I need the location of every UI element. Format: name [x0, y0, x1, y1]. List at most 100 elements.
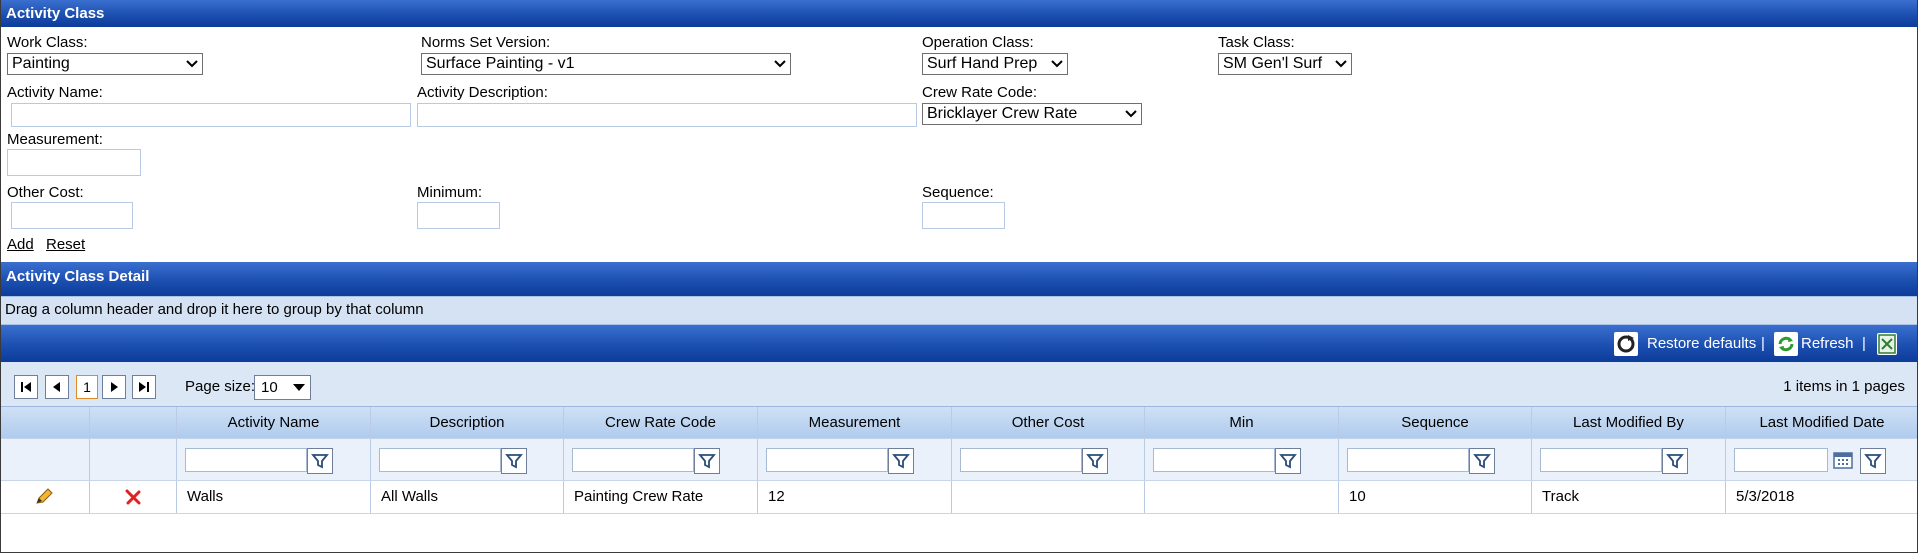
minimum-input[interactable] [417, 202, 500, 229]
cell-crew-rate-code: Painting Crew Rate [563, 481, 757, 513]
filter-input-min[interactable] [1153, 448, 1275, 472]
activity-name-input[interactable] [11, 103, 411, 127]
filter-input-description[interactable] [379, 448, 501, 472]
activity-description-label: Activity Description: [417, 84, 548, 101]
funnel-icon[interactable] [1082, 448, 1108, 474]
restore-defaults-button[interactable]: Restore defaults [1647, 332, 1756, 356]
filter-input-activity-name[interactable] [185, 448, 307, 472]
filter-cell-min [1144, 439, 1338, 481]
calendar-icon[interactable] [1832, 450, 1854, 470]
prev-page-button[interactable] [45, 375, 69, 399]
page-size-select[interactable]: 10 [254, 375, 311, 400]
filter-input-sequence[interactable] [1347, 448, 1469, 472]
filter-input-other-cost[interactable] [960, 448, 1082, 472]
filter-input-last-modified-date[interactable] [1734, 448, 1828, 472]
last-page-button[interactable] [132, 375, 156, 399]
column-header-min[interactable]: Min [1144, 407, 1338, 439]
measurement-label: Measurement: [7, 131, 103, 148]
filter-cell-activity-name [176, 439, 370, 481]
add-link[interactable]: Add [7, 236, 34, 253]
operation-class-label: Operation Class: [922, 34, 1034, 51]
cell-last-modified-by: Track [1531, 481, 1725, 513]
toolbar-separator: | [1862, 335, 1866, 352]
first-page-button[interactable] [14, 375, 38, 399]
activity-description-input[interactable] [417, 103, 917, 127]
crew-rate-code-select[interactable]: Bricklayer Crew Rate [922, 103, 1142, 125]
crew-rate-code-value: Bricklayer Crew Rate [927, 105, 1078, 122]
next-page-button[interactable] [102, 375, 126, 399]
group-by-panel[interactable]: Drag a column header and drop it here to… [0, 296, 1918, 325]
column-header-crew-rate-code[interactable]: Crew Rate Code [563, 407, 757, 439]
work-class-select[interactable]: Painting [7, 53, 203, 75]
column-header-activity-name[interactable]: Activity Name [176, 407, 370, 439]
task-class-select[interactable]: SM Gen'l Surf [1218, 53, 1352, 75]
activity-name-label: Activity Name: [7, 84, 103, 101]
norms-set-version-label: Norms Set Version: [421, 34, 551, 51]
table-row: Walls All Walls Painting Crew Rate 12 10… [0, 480, 1918, 514]
filter-input-crew-rate-code[interactable] [572, 448, 694, 472]
filter-cell-last-modified-by [1531, 439, 1725, 481]
activity-class-detail-header: Activity Class Detail [0, 262, 1918, 296]
filter-input-last-modified-by[interactable] [1540, 448, 1662, 472]
delete-cell [89, 481, 176, 513]
page-size-value: 10 [261, 379, 278, 396]
filter-cell-other-cost [951, 439, 1144, 481]
page-1-button[interactable]: 1 [76, 375, 98, 399]
column-header-last-modified-date[interactable]: Last Modified Date [1725, 407, 1918, 439]
cell-sequence: 10 [1338, 481, 1531, 513]
work-class-value: Painting [12, 55, 70, 72]
funnel-icon[interactable] [888, 448, 914, 474]
minimum-label: Minimum: [417, 184, 483, 201]
funnel-icon[interactable] [1275, 448, 1301, 474]
refresh-button[interactable]: Refresh [1801, 332, 1854, 356]
operation-class-value: Surf Hand Prep [927, 55, 1038, 72]
norms-set-version-value: Surface Painting - v1 [426, 55, 575, 72]
filter-cell-last-modified-date [1725, 439, 1918, 481]
measurement-input[interactable] [7, 149, 141, 176]
funnel-icon[interactable] [1860, 448, 1886, 474]
red-x-icon[interactable] [124, 488, 142, 506]
restore-icon[interactable] [1614, 332, 1638, 356]
filter-input-measurement[interactable] [766, 448, 888, 472]
activity-class-header: Activity Class [0, 0, 1918, 27]
operation-class-select[interactable]: Surf Hand Prep [922, 53, 1068, 75]
chevron-down-icon [1335, 60, 1347, 68]
column-header-sequence[interactable]: Sequence [1338, 407, 1531, 439]
page-size-label: Page size: [185, 378, 256, 395]
funnel-icon[interactable] [1662, 448, 1688, 474]
filter-cell-sequence [1338, 439, 1531, 481]
cell-other-cost [951, 481, 1144, 513]
refresh-icon[interactable] [1774, 332, 1798, 356]
cell-min [1144, 481, 1338, 513]
sequence-label: Sequence: [922, 184, 994, 201]
funnel-icon[interactable] [307, 448, 333, 474]
cell-description: All Walls [370, 481, 563, 513]
caret-down-icon [293, 384, 305, 391]
funnel-icon[interactable] [501, 448, 527, 474]
crew-rate-code-label: Crew Rate Code: [922, 84, 1038, 101]
work-class-label: Work Class: [7, 34, 88, 51]
funnel-icon[interactable] [694, 448, 720, 474]
grid-pager: 1 Page size: 10 1 items in 1 pages [0, 362, 1918, 406]
grid-command-bar: Restore defaults | Refresh | [0, 325, 1918, 362]
first-page-icon [21, 382, 31, 392]
excel-icon[interactable] [1877, 333, 1897, 355]
sequence-input[interactable] [922, 202, 1005, 229]
other-cost-label: Other Cost: [7, 184, 84, 201]
pencil-icon[interactable] [34, 488, 54, 506]
prev-page-icon [53, 382, 60, 392]
filter-cell-crew-rate-code [563, 439, 757, 481]
chevron-down-icon [774, 60, 786, 68]
column-header-description[interactable]: Description [370, 407, 563, 439]
group-hint-text: Drag a column header and drop it here to… [5, 301, 424, 318]
edit-cell [0, 481, 89, 513]
column-header-measurement[interactable]: Measurement [757, 407, 951, 439]
filter-spacer [0, 439, 89, 481]
funnel-icon[interactable] [1469, 448, 1495, 474]
norms-set-version-select[interactable]: Surface Painting - v1 [421, 53, 791, 75]
column-header-other-cost[interactable]: Other Cost [951, 407, 1144, 439]
other-cost-input[interactable] [11, 202, 133, 229]
reset-link[interactable]: Reset [46, 236, 85, 253]
column-header-last-modified-by[interactable]: Last Modified By [1531, 407, 1725, 439]
task-class-label: Task Class: [1218, 34, 1295, 51]
